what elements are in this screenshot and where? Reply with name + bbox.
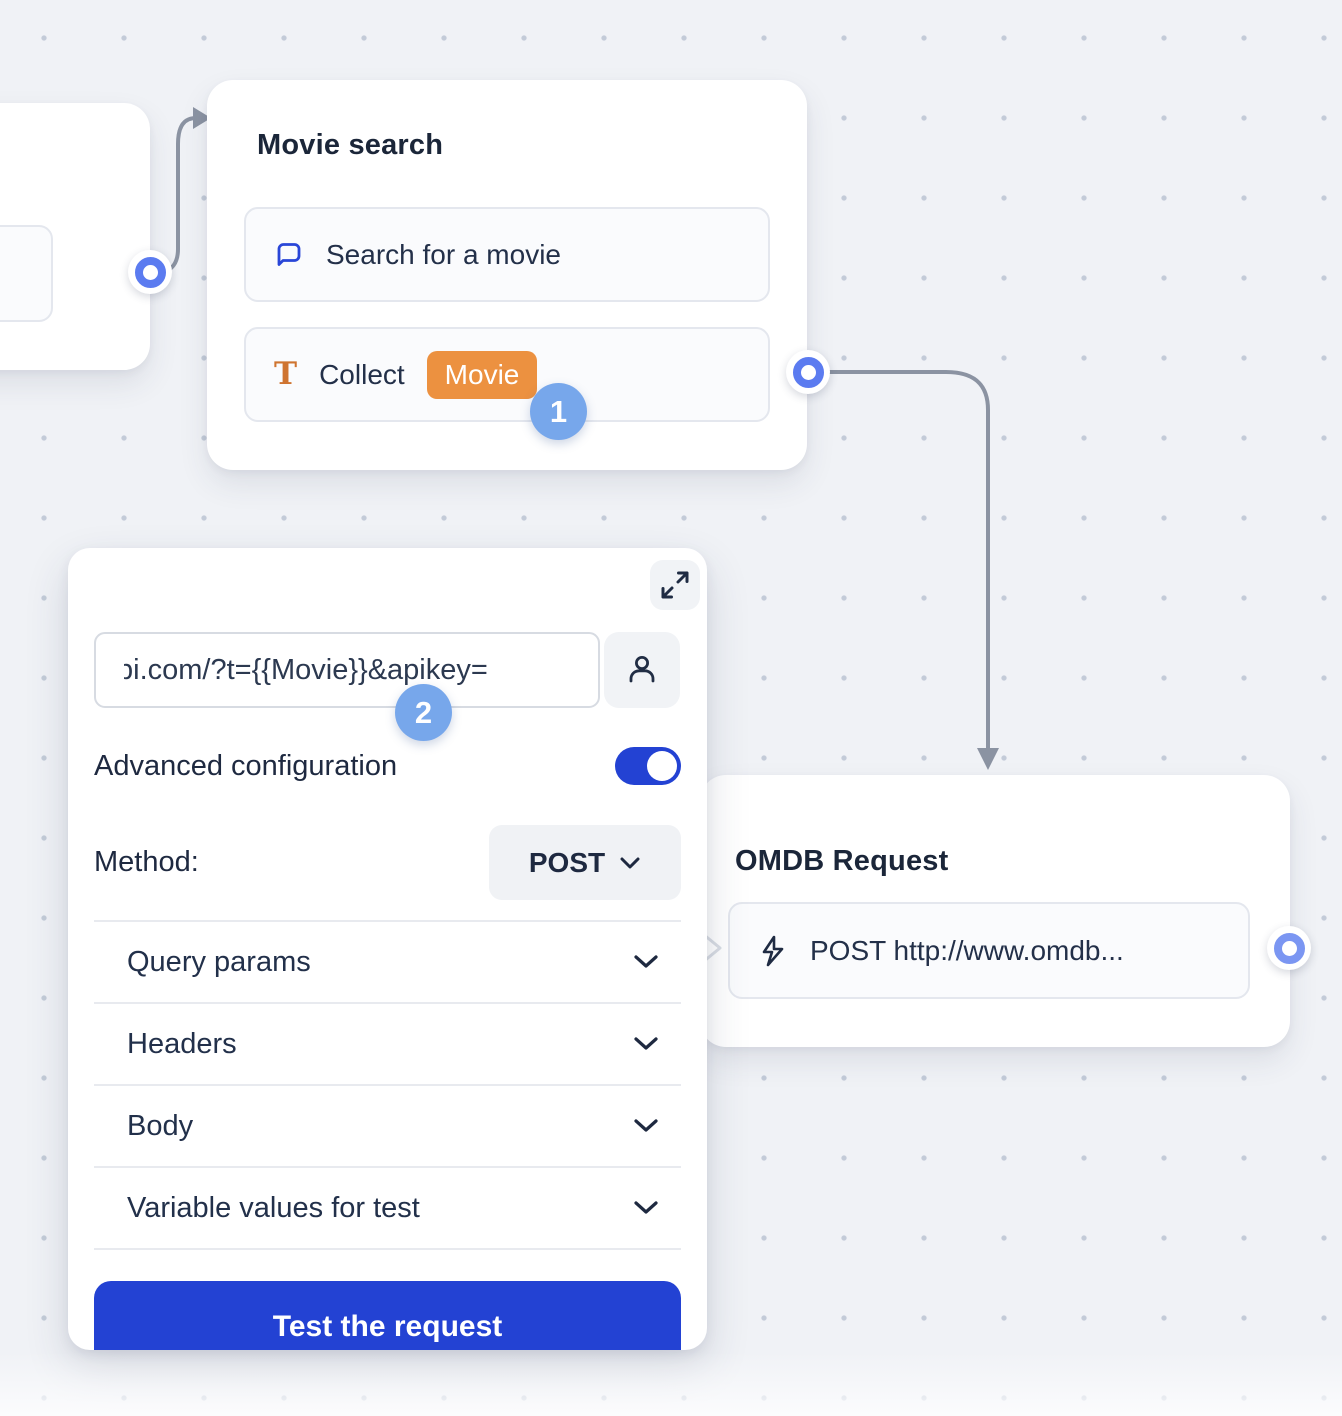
- flow-canvas[interactable]: Movie search Search for a movie T Collec…: [0, 0, 1342, 1416]
- chevron-down-icon: [619, 856, 641, 870]
- user-variable-button[interactable]: [604, 632, 680, 708]
- section-headers[interactable]: Headers: [94, 1004, 681, 1086]
- omdb-node-output-port[interactable]: [1267, 926, 1311, 970]
- chat-bubble-icon: [274, 240, 304, 270]
- movie-search-node[interactable]: Movie search Search for a movie T Collec…: [207, 80, 807, 470]
- collapsible-sections: Query params Headers Body Variable value…: [94, 920, 681, 1250]
- section-label: Variable values for test: [127, 1192, 420, 1225]
- partial-node-row[interactable]: [0, 225, 53, 322]
- collect-variable-row[interactable]: T Collect Movie: [244, 327, 770, 422]
- method-value: POST: [529, 847, 605, 879]
- expand-icon: [658, 568, 692, 602]
- webhook-config-panel: 2 Advanced configuration Method: POST Qu…: [68, 548, 707, 1350]
- bottom-fade-overlay: [0, 1352, 1342, 1416]
- question-block-label: Search for a movie: [326, 239, 561, 271]
- person-icon: [625, 653, 659, 687]
- chevron-down-icon: [633, 1036, 659, 1052]
- method-select[interactable]: POST: [489, 825, 681, 900]
- section-label: Query params: [127, 946, 311, 979]
- step-badge-2: 2: [395, 684, 452, 741]
- chevron-down-icon: [633, 954, 659, 970]
- test-request-button[interactable]: Test the request: [94, 1281, 681, 1350]
- port-ring: [1274, 933, 1305, 964]
- variable-chip-movie[interactable]: Movie: [427, 351, 538, 399]
- port-ring: [135, 257, 166, 288]
- webhook-block-row[interactable]: POST http://www.omdb...: [728, 902, 1250, 999]
- advanced-configuration-toggle[interactable]: [615, 747, 681, 785]
- method-row: Method: POST: [94, 825, 681, 900]
- movie-node-output-port[interactable]: [786, 350, 830, 394]
- port-ring: [793, 357, 824, 388]
- section-variable-values[interactable]: Variable values for test: [94, 1168, 681, 1250]
- partial-node-card[interactable]: [0, 103, 150, 370]
- method-label: Method:: [94, 846, 199, 879]
- connector-partial-to-movie: [158, 118, 196, 274]
- section-label: Headers: [127, 1028, 237, 1061]
- partial-node-output-port[interactable]: [128, 250, 172, 294]
- section-query-params[interactable]: Query params: [94, 922, 681, 1004]
- section-label: Body: [127, 1110, 193, 1143]
- arrowhead-into-omdb: [977, 748, 999, 770]
- step-badge-1: 1: [530, 383, 587, 440]
- toggle-knob: [647, 751, 677, 781]
- connector-movie-to-omdb: [826, 372, 988, 748]
- url-input[interactable]: [94, 632, 600, 708]
- lightning-icon: [758, 934, 788, 968]
- chevron-down-icon: [633, 1200, 659, 1216]
- advanced-configuration-label: Advanced configuration: [94, 750, 397, 783]
- omdb-request-node[interactable]: OMDB Request POST http://www.omdb...: [700, 775, 1290, 1047]
- section-body[interactable]: Body: [94, 1086, 681, 1168]
- chevron-down-icon: [633, 1118, 659, 1134]
- node-title: Movie search: [257, 129, 443, 162]
- node-title: OMDB Request: [735, 845, 948, 878]
- expand-button[interactable]: [650, 560, 700, 610]
- question-block-row[interactable]: Search for a movie: [244, 207, 770, 302]
- advanced-configuration-row: Advanced configuration: [94, 745, 681, 787]
- webhook-block-label: POST http://www.omdb...: [810, 935, 1124, 967]
- collect-label: Collect: [319, 359, 405, 391]
- text-input-icon: T: [274, 359, 297, 390]
